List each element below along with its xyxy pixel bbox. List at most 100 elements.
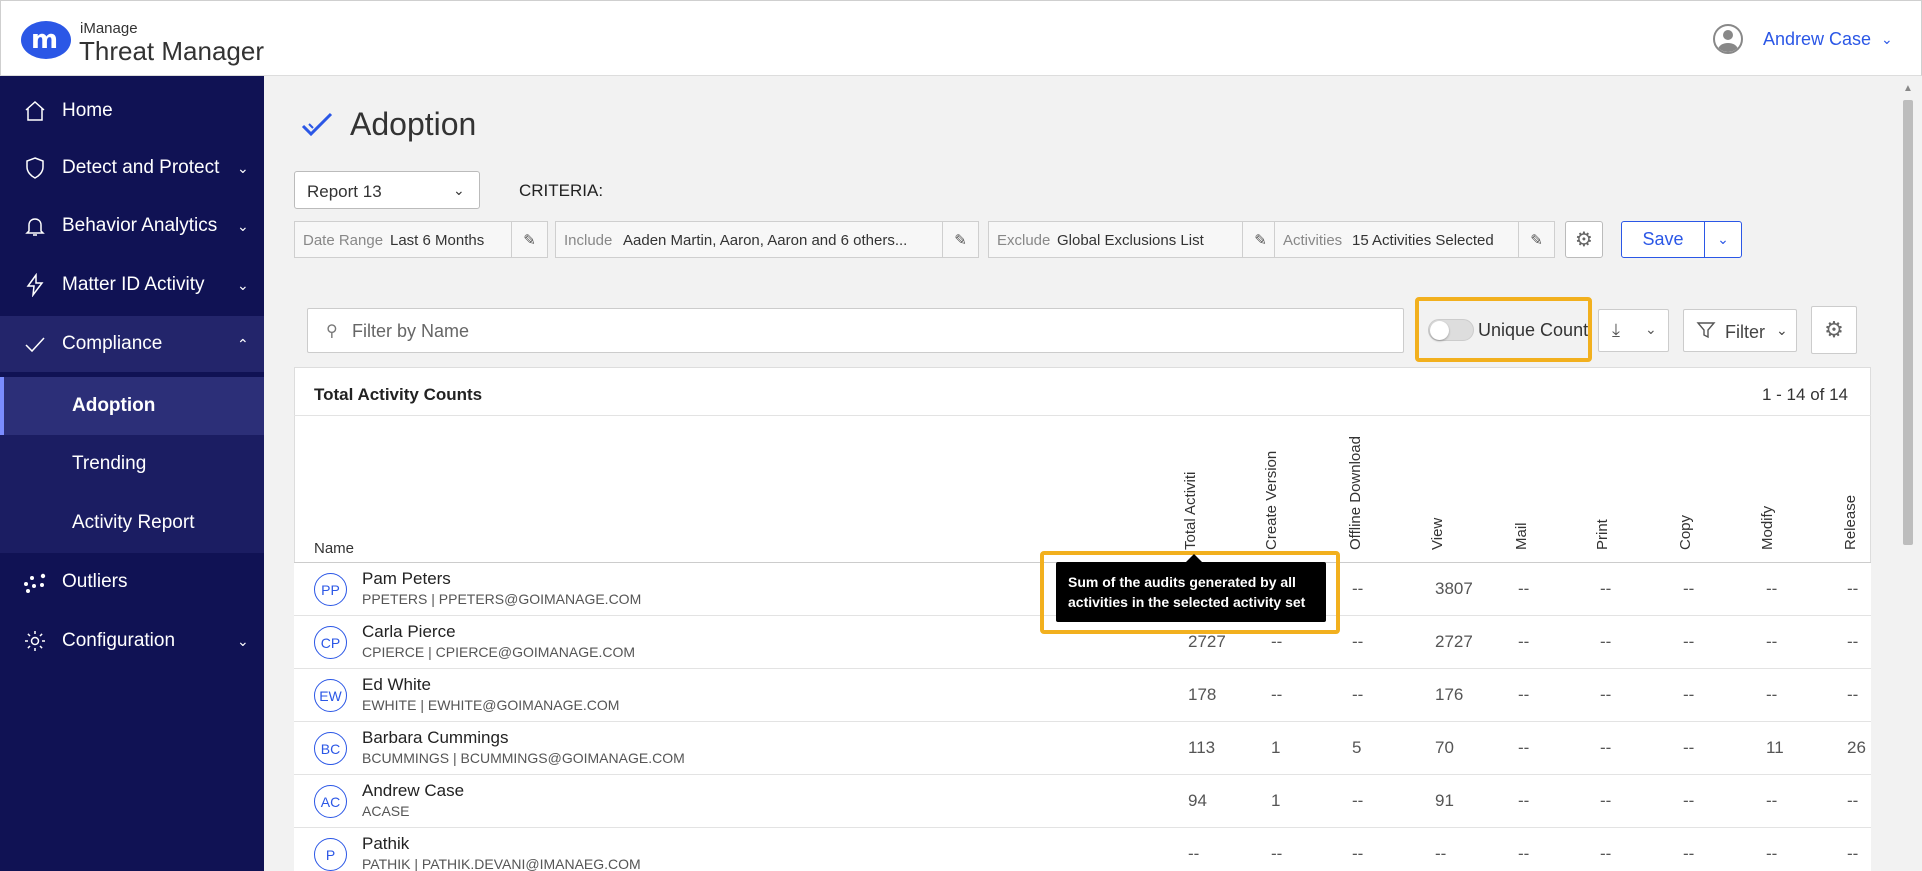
search-input[interactable]: ⚲ Filter by Name [307, 308, 1404, 353]
unique-count-toggle[interactable] [1428, 319, 1474, 341]
sidebar-item-behavior-analytics[interactable]: Behavior Analytics ⌄ [0, 198, 264, 254]
table-settings-button[interactable]: ⚙ [1811, 306, 1857, 354]
chevron-down-icon: ⌄ [1717, 231, 1729, 247]
scrollbar-thumb[interactable] [1903, 100, 1913, 545]
criteria-key: Include [564, 232, 613, 249]
filter-button[interactable]: Filter ⌄ [1683, 309, 1797, 352]
sidebar-subitem-adoption[interactable]: Adoption [0, 377, 264, 435]
divider [294, 415, 1871, 416]
table-row[interactable]: BC Barbara Cummings BCUMMINGS | BCUMMING… [294, 722, 1871, 775]
download-button[interactable]: ⤓ ⌄ [1598, 309, 1669, 352]
criteria-label: CRITERIA: [519, 181, 604, 200]
imanage-logo[interactable]: m [21, 21, 71, 59]
cell-copy: -- [1683, 685, 1695, 704]
cell-total: 178 [1188, 685, 1217, 704]
gear-icon: ⚙ [1824, 317, 1844, 342]
scroll-up-icon[interactable]: ▲ [1903, 83, 1913, 94]
column-header-mail[interactable]: Mail [1513, 500, 1530, 550]
column-header-release[interactable]: Release [1842, 490, 1859, 550]
cell-copy: -- [1683, 844, 1695, 863]
criteria-key: Activities [1283, 232, 1343, 249]
row-account: ACASE [362, 803, 410, 819]
row-name: Carla Pierce [362, 622, 456, 641]
avatar: PP [314, 573, 347, 606]
column-header-create-version[interactable]: Create Version [1263, 450, 1280, 550]
chevron-down-icon: ⌄ [237, 276, 249, 293]
column-header-print[interactable]: Print [1594, 500, 1611, 550]
table-row[interactable]: EW Ed White EWHITE | EWHITE@GOIMANAGE.CO… [294, 669, 1871, 722]
sidebar-subitem-trending[interactable]: Trending [0, 435, 264, 493]
search-placeholder: Filter by Name [352, 321, 470, 341]
cell-mail: -- [1518, 791, 1530, 810]
shield-icon [22, 155, 48, 181]
funnel-icon [1696, 320, 1716, 345]
column-header-total-activities[interactable]: Total Activiti [1182, 450, 1199, 550]
chevron-down-icon: ⌄ [237, 159, 249, 176]
save-button[interactable]: Save [1621, 221, 1705, 258]
row-name: Pathik [362, 834, 410, 853]
cell-release: -- [1847, 632, 1859, 651]
cell-print: -- [1600, 685, 1612, 704]
cell-release: 26 [1847, 738, 1866, 757]
cell-offline-download: -- [1352, 685, 1364, 704]
criteria-settings-button[interactable]: ⚙ [1565, 221, 1603, 258]
avatar: CP [314, 626, 347, 659]
user-menu[interactable]: Andrew Case [1763, 29, 1871, 50]
chevron-down-icon: ⌄ [1645, 321, 1657, 337]
sidebar-item-home[interactable]: Home [0, 83, 264, 139]
chevron-up-icon: ⌃ [237, 335, 249, 352]
cell-modify: -- [1766, 632, 1778, 651]
avatar: AC [314, 785, 347, 818]
cell-copy: -- [1683, 579, 1695, 598]
column-header-name[interactable]: Name [314, 540, 354, 557]
column-header-offline-download[interactable]: Offline Download [1347, 430, 1364, 550]
pencil-icon[interactable]: ✎ [1242, 222, 1278, 257]
row-name: Barbara Cummings [362, 728, 509, 747]
cell-create-version: -- [1271, 844, 1283, 863]
report-select-value: Report 13 [307, 182, 382, 201]
user-avatar-icon[interactable] [1713, 24, 1743, 54]
cell-total: 113 [1188, 738, 1216, 757]
column-tooltip: Sum of the audits generated by all activ… [1056, 562, 1326, 622]
pencil-icon[interactable]: ✎ [1518, 222, 1554, 257]
cell-create-version: 1 [1271, 791, 1281, 810]
row-account: PPETERS | PPETERS@GOIMANAGE.COM [362, 591, 642, 607]
sidebar-item-compliance[interactable]: Compliance ⌃ [0, 316, 264, 372]
table-row[interactable]: AC Andrew Case ACASE 94 1 -- 91 -- -- --… [294, 775, 1871, 828]
cell-total: 94 [1188, 791, 1207, 810]
save-options-button[interactable]: ⌄ [1704, 221, 1742, 258]
cell-mail: -- [1518, 579, 1530, 598]
cell-create-version: 1 [1271, 738, 1281, 757]
pencil-icon[interactable]: ✎ [942, 222, 978, 257]
table-row[interactable]: P Pathik PATHIK | PATHIK.DEVANI@IMANAEG.… [294, 828, 1871, 871]
sidebar-item-detect-and-protect[interactable]: Detect and Protect ⌄ [0, 140, 264, 196]
column-header-modify[interactable]: Modify [1759, 490, 1776, 550]
sidebar-item-label: Detect and Protect [62, 157, 220, 178]
cell-total: 2727 [1188, 632, 1226, 651]
sidebar-item-label: Configuration [62, 630, 176, 651]
row-name: Ed White [362, 675, 431, 694]
report-select[interactable]: Report 13 ⌄ [294, 171, 480, 209]
filter-label: Filter [1725, 322, 1765, 342]
sidebar-item-label: Compliance [62, 333, 163, 354]
sidebar-item-label: Behavior Analytics [62, 215, 218, 236]
cell-mail: -- [1518, 632, 1530, 651]
sidebar-subitem-activity-report[interactable]: Activity Report [0, 494, 264, 552]
cell-copy: -- [1683, 791, 1695, 810]
sidebar-item-label: Outliers [62, 571, 128, 592]
pencil-icon[interactable]: ✎ [511, 222, 547, 257]
sidebar-subitem-label: Trending [72, 453, 147, 474]
tooltip-arrow [1186, 554, 1202, 562]
sidebar-subitem-label: Adoption [72, 395, 156, 416]
page-scrollbar[interactable]: ▲ [1898, 80, 1918, 871]
avatar: P [314, 838, 347, 871]
column-header-view[interactable]: View [1429, 500, 1446, 550]
sidebar-item-matter-id-activity[interactable]: Matter ID Activity ⌄ [0, 257, 264, 313]
check-icon [300, 110, 334, 148]
chevron-down-icon[interactable]: ⌄ [1881, 31, 1893, 48]
chevron-down-icon: ⌄ [237, 217, 249, 234]
cell-modify: -- [1766, 685, 1778, 704]
sidebar-item-outliers[interactable]: Outliers [0, 554, 264, 610]
sidebar-item-configuration[interactable]: Configuration ⌄ [0, 613, 264, 669]
column-header-copy[interactable]: Copy [1677, 500, 1694, 550]
